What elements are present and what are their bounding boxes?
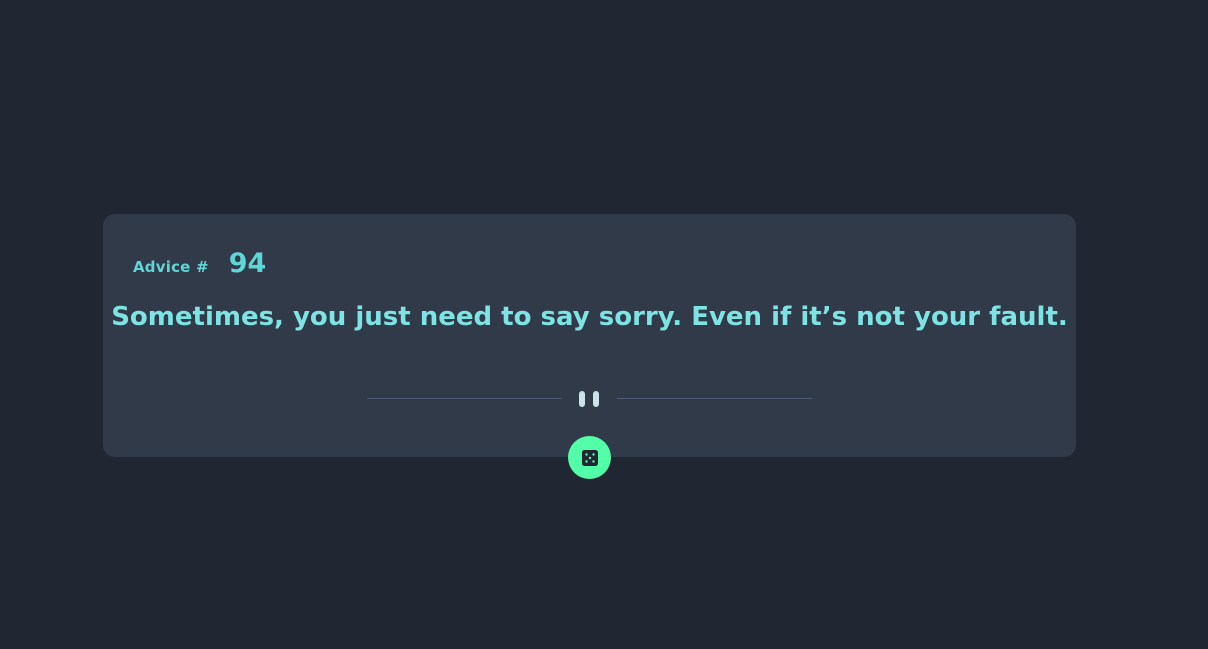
pause-bar-left: [579, 391, 585, 407]
pause-icon: [579, 391, 601, 407]
dice-icon: [581, 449, 598, 466]
divider-line-right: [617, 398, 812, 399]
generate-advice-button[interactable]: [568, 436, 611, 479]
divider-line-left: [367, 398, 562, 399]
advice-label: Advice #: [133, 258, 209, 276]
advice-quote: Sometimes, you just need to say sorry. E…: [111, 302, 1068, 332]
pattern-divider: [367, 390, 812, 408]
page: Advice # 94 Sometimes, you just need to …: [0, 0, 1208, 649]
advice-header: Advice # 94: [133, 248, 266, 279]
pause-bar-right: [593, 391, 599, 407]
advice-number: 94: [228, 248, 267, 279]
advice-card: Advice # 94 Sometimes, you just need to …: [103, 214, 1076, 457]
